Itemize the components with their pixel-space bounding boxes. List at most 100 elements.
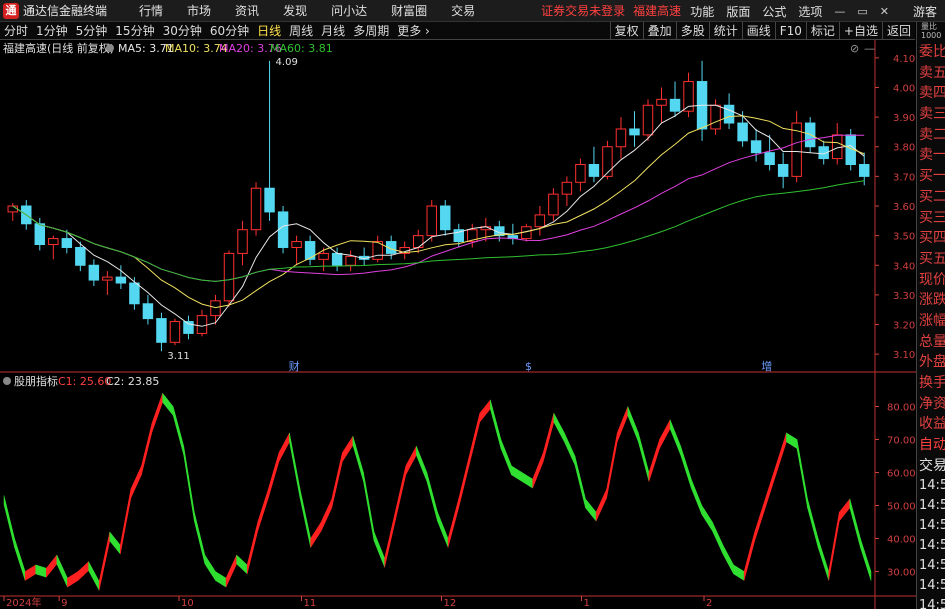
oscillator-segment — [98, 531, 110, 591]
sidebar-item[interactable]: 总量 — [917, 332, 945, 353]
sidebar-item[interactable]: 收益 — [917, 414, 945, 435]
close-icon[interactable]: ✕ — [874, 5, 895, 18]
sidebar-item[interactable]: 卖二 — [917, 125, 945, 146]
oscillator-segment — [680, 446, 692, 489]
menu-market[interactable]: 市场 — [175, 2, 223, 19]
candle-body — [859, 164, 870, 177]
multi-stock-button[interactable]: 多股 — [675, 22, 709, 40]
trade-time: 14:56 — [919, 578, 945, 594]
oscillator-segment — [553, 412, 565, 443]
period-15min[interactable]: 15分钟 — [111, 22, 158, 39]
f10-button[interactable]: F10 — [774, 22, 806, 40]
oscillator-segment — [860, 538, 872, 581]
price-tick-label: 3.20 — [893, 321, 915, 332]
oscillator-segment — [807, 498, 819, 548]
minimize-icon[interactable]: — — [828, 5, 851, 18]
menu-layout[interactable]: 版面 — [720, 3, 756, 20]
sidebar-item[interactable]: 卖三 — [917, 104, 945, 125]
legend-toggle-icon[interactable] — [106, 44, 114, 52]
sidebar-item[interactable]: 买三 — [917, 208, 945, 229]
oscillator-segment — [194, 512, 206, 565]
sidebar-item[interactable]: 净资 — [917, 394, 945, 415]
menu-trade[interactable]: 交易 — [439, 2, 487, 19]
settings-icon[interactable]: ⊘ — [850, 42, 859, 55]
oscillator-segment — [120, 488, 132, 555]
period-5min[interactable]: 5分钟 — [72, 22, 112, 39]
oscillator-segment — [437, 512, 449, 548]
oscillator-segment — [67, 571, 79, 588]
date-tick-label: 2024年 — [6, 596, 41, 609]
period-multi[interactable]: 多周期 — [349, 22, 393, 39]
sidebar-item[interactable]: 换手 — [917, 373, 945, 394]
sidebar-item[interactable]: 买五 — [917, 249, 945, 270]
sidebar-item[interactable]: 买二 — [917, 187, 945, 208]
auto-toggle[interactable]: 自动 — [917, 435, 945, 456]
menu-bar: 通 通达信金融终端 行情 市场 资讯 发现 问小达 财富圈 交易 证券交易未登录… — [0, 0, 945, 22]
trade-time: 14:56 — [919, 538, 945, 554]
indicator-tick-label: 50.00 — [887, 502, 916, 513]
oscillator-segment — [659, 419, 671, 449]
sidebar-item[interactable]: 委比 — [917, 42, 945, 63]
statistics-button[interactable]: 统计 — [708, 22, 742, 40]
collapse-icon[interactable]: — — [864, 42, 875, 55]
draw-line-button[interactable]: 画线 — [741, 22, 775, 40]
login-status-notice[interactable]: 证券交易未登录 — [541, 2, 625, 19]
guest-user[interactable]: 游客 — [913, 3, 937, 20]
main-chart-title: 福建高速(日线 前复权) — [3, 41, 114, 55]
stock-chart[interactable]: 4.09 3.11 财 $ 增 4.10 4.00 3.90 3.80 3.70 3.60 3.50… — [0, 40, 916, 609]
candle-body — [642, 104, 654, 136]
sidebar-item[interactable]: 卖五 — [917, 63, 945, 84]
sidebar-item[interactable]: 涨幅 — [917, 311, 945, 332]
indicator-tick-label: 60.00 — [887, 469, 916, 480]
overlay-button[interactable]: 叠加 — [642, 22, 676, 40]
oscillator-segment — [88, 561, 100, 591]
indicator-panel[interactable] — [3, 392, 872, 591]
menu-news[interactable]: 资讯 — [223, 2, 271, 19]
menu-formula[interactable]: 公式 — [756, 3, 792, 20]
maximize-icon[interactable]: ▭ — [851, 5, 873, 18]
period-1min[interactable]: 1分钟 — [32, 22, 72, 39]
period-60min[interactable]: 60分钟 — [206, 22, 253, 39]
oscillator-segment — [817, 538, 829, 581]
oscillator-segment — [691, 479, 703, 515]
period-daily[interactable]: 日线 — [253, 22, 285, 39]
oscillator-segment — [320, 498, 333, 532]
menu-options[interactable]: 选项 — [792, 3, 828, 20]
menu-discover[interactable]: 发现 — [271, 2, 319, 19]
sidebar-item[interactable]: 涨跌 — [917, 290, 945, 311]
sidebar-item[interactable]: 外盘 — [917, 352, 945, 373]
oscillator-segment — [786, 432, 798, 449]
period-30min[interactable]: 30分钟 — [159, 22, 206, 39]
trade-time: 14:56 — [919, 518, 945, 534]
menu-quotes[interactable]: 行情 — [127, 2, 175, 19]
period-monthly[interactable]: 月线 — [317, 22, 349, 39]
back-button[interactable]: 返回 — [881, 22, 915, 40]
period-weekly[interactable]: 周线 — [285, 22, 317, 39]
event-marker: 财 — [289, 359, 300, 373]
period-more[interactable]: 更多 › — [393, 22, 434, 39]
oscillator-segment — [542, 413, 555, 462]
mark-button[interactable]: 标记 — [805, 22, 839, 40]
sidebar-item[interactable]: 卖一 — [917, 145, 945, 166]
sidebar-item[interactable]: 买四 — [917, 228, 945, 249]
sidebar-item[interactable]: 现价 — [917, 270, 945, 291]
indicator-toggle-icon[interactable] — [3, 377, 11, 385]
restore-rights-button[interactable]: 复权 — [609, 22, 643, 40]
sidebar-item[interactable]: 卖四 — [917, 83, 945, 104]
period-timeshare[interactable]: 分时 — [0, 22, 32, 39]
price-tick-label: 3.70 — [893, 172, 915, 183]
oscillator-segment — [638, 432, 650, 482]
oscillator-segment — [564, 432, 576, 466]
menu-wealth-circle[interactable]: 财富圈 — [379, 2, 439, 19]
oscillator-segment — [648, 439, 660, 482]
menu-functions[interactable]: 功能 — [684, 3, 720, 20]
sidebar-item[interactable]: 买一 — [917, 166, 945, 187]
oscillator-segment — [172, 406, 184, 456]
oscillator-segment — [574, 455, 586, 508]
volume-ratio-value: 1000 — [921, 31, 942, 40]
menu-ask-xiaoda[interactable]: 问小达 — [319, 2, 379, 19]
add-favorite-button[interactable]: +自选 — [838, 22, 882, 40]
candlestick-panel[interactable]: 4.09 3.11 财 $ 增 — [7, 57, 870, 373]
trade-tab[interactable]: 交易 — [917, 456, 945, 477]
oscillator-segment — [46, 554, 58, 578]
